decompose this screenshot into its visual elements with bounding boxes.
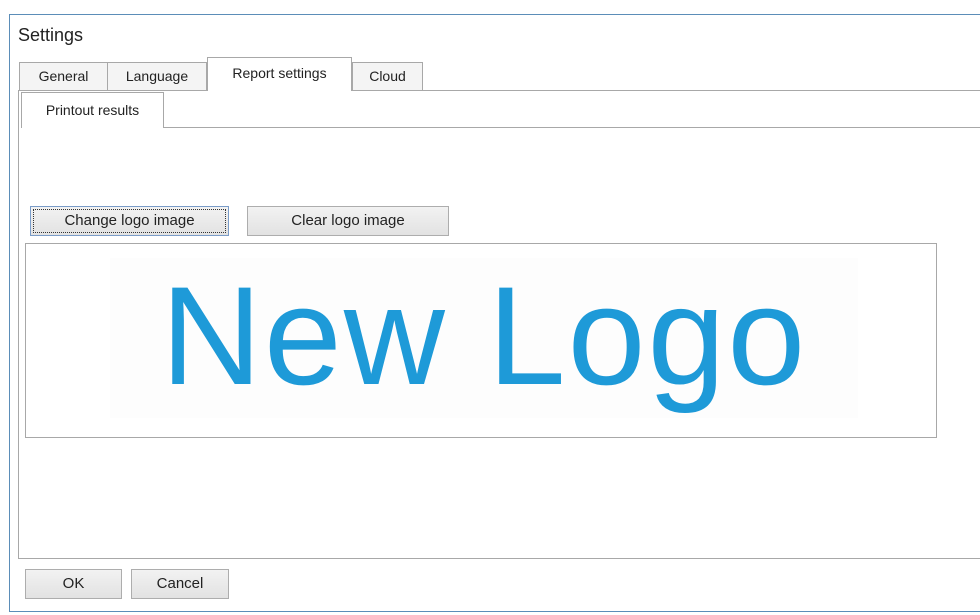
logo-image: New Logo xyxy=(110,258,858,418)
logo-image-text: New Logo xyxy=(160,257,808,414)
ok-button[interactable]: OK xyxy=(25,569,122,599)
tab-language[interactable]: Language xyxy=(107,62,207,90)
subtab-divider xyxy=(21,127,980,128)
clear-logo-button[interactable]: Clear logo image xyxy=(247,206,449,236)
tab-content-panel: Printout results Change logo image Clear… xyxy=(18,90,980,559)
settings-window: Settings General Language Report setting… xyxy=(9,14,980,612)
window-title: Settings xyxy=(18,25,84,45)
logo-preview-frame: New Logo xyxy=(25,243,937,438)
tab-report-settings[interactable]: Report settings xyxy=(207,57,352,91)
dialog-footer: OK Cancel xyxy=(18,561,980,611)
change-logo-button[interactable]: Change logo image xyxy=(30,206,229,236)
tab-general[interactable]: General xyxy=(19,62,108,90)
cancel-button[interactable]: Cancel xyxy=(131,569,229,599)
tab-cloud[interactable]: Cloud xyxy=(352,62,423,90)
subtab-printout-results[interactable]: Printout results xyxy=(21,92,164,128)
